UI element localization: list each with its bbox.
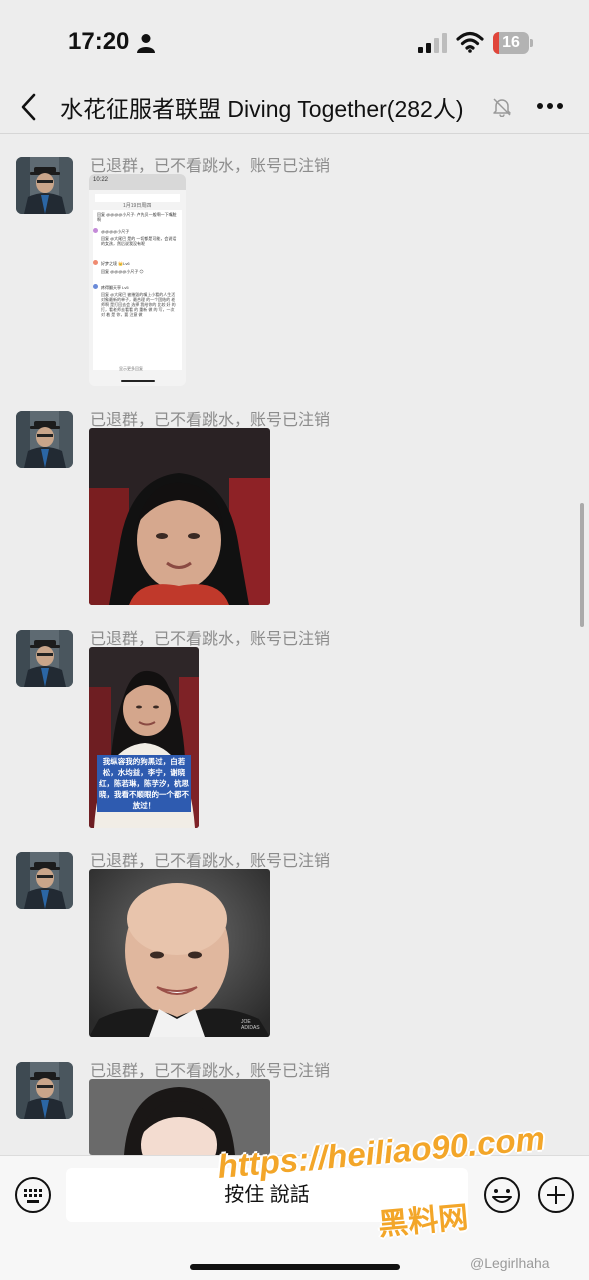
embedded-text-5: 回复 @@@@小尺子 😊 [101, 269, 144, 274]
wifi-icon [456, 31, 484, 53]
sender-name: 已退群，已不看跳水，账号已注销 [90, 412, 331, 429]
home-indicator[interactable] [190, 1264, 400, 1270]
battery-level: 16 [502, 34, 520, 51]
embedded-text-7: 回复 @大尾巴 被摧毁的嘴上小看的人生活对象最新的单子，最合理 的一个团结的 老… [101, 292, 176, 317]
photo-image[interactable]: 我纵容我的狗黑过，白若松，水均益，李宁，谢晓红，陈若琳，陈芋汐，杭思晓，我看不顺… [89, 647, 199, 828]
photo-image[interactable] [89, 1079, 270, 1155]
avatar[interactable] [16, 411, 73, 468]
sender-name: 已退群，已不看跳水，账号已注销 [90, 1063, 331, 1080]
chat-title[interactable]: 水花征服者联盟 Diving Together(282人) [60, 90, 463, 124]
embedded-text-4: 好梦之境 👑Lv6 [101, 261, 130, 266]
embedded-date: 1月19日周四 [123, 203, 152, 209]
sender-name: 已退群，已不看跳水，账号已注销 [90, 853, 331, 870]
person-icon [137, 34, 155, 53]
status-bar: 17:20 16 [0, 0, 589, 80]
photo-caption: 我纵容我的狗黑过，白若松，水均益，李宁，谢晓红，陈若琳，陈芋汐，杭思晓，我看不顺… [97, 755, 191, 812]
scrollbar[interactable] [580, 503, 584, 627]
emoji-icon[interactable] [483, 1176, 521, 1214]
embedded-text-3: 回复 @大尾巴 是的 一切都是可能，会说话的女孩，然后说我没有呢 [101, 236, 177, 246]
photo-image[interactable]: JOE ADIDAS [89, 869, 270, 1037]
embedded-text-8: 显示更多回复 [119, 366, 143, 371]
avatar[interactable] [16, 1062, 73, 1119]
keyboard-icon[interactable] [14, 1176, 52, 1214]
sender-name: 已退群，已不看跳水，账号已注销 [90, 158, 331, 175]
photo-image[interactable] [89, 428, 270, 605]
chevron-left-icon[interactable] [18, 92, 42, 122]
photo-watermark: JOE ADIDAS [241, 1019, 260, 1031]
embedded-text-6: 疼得翻天亭 Lv5 [101, 285, 129, 290]
battery-icon: 16 [493, 32, 533, 54]
plus-circle-icon[interactable] [537, 1176, 575, 1214]
bell-slash-icon [493, 98, 511, 117]
status-time: 17:20 [68, 28, 130, 55]
sender-name: 已退群，已不看跳水，账号已注销 [90, 631, 331, 648]
embedded-text-2: @@@@小尺子 [101, 229, 130, 234]
watermark-weibo: @Legirlhaha [470, 1255, 550, 1271]
avatar[interactable] [16, 157, 73, 214]
embedded-text-1: 回复 @@@@小尺子: 卢先贝一般啊一下嘴脏啊 [97, 212, 177, 222]
more-dots-icon[interactable] [536, 101, 564, 111]
watermark-brand: 黑料网 [377, 1201, 470, 1242]
avatar[interactable] [16, 852, 73, 909]
embedded-time: 10:22 [93, 177, 109, 183]
screenshot-image[interactable]: 10:22 1月19日周四 回复 @@@@小尺子: 卢先贝一般啊一下嘴脏啊 @@… [89, 174, 186, 386]
chat-header: 水花征服者联盟 Diving Together(282人) [0, 80, 589, 134]
avatar[interactable] [16, 630, 73, 687]
cellular-signal-icon [418, 33, 447, 53]
